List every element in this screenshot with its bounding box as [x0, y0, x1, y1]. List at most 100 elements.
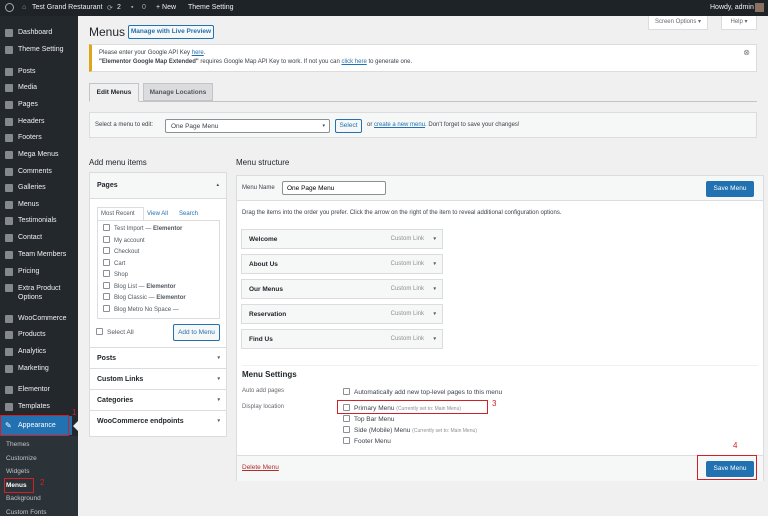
- sidebar-item-star[interactable]: Testimonials: [0, 214, 78, 228]
- sidebar-item-comments[interactable]: Comments: [0, 165, 78, 179]
- generate-key-link[interactable]: click here: [341, 59, 366, 65]
- help-button[interactable]: Help ▾: [721, 16, 757, 30]
- sidebar-item-footers[interactable]: Footers: [0, 131, 78, 145]
- sidebar-item-analytics[interactable]: Analytics: [0, 345, 78, 359]
- page-list-item[interactable]: Blog List — Elementor: [103, 281, 214, 294]
- pages-checklist[interactable]: Test Import — Elementor My account Checkou…: [97, 220, 220, 319]
- menu-item[interactable]: Reservation Custom Link ▾: [241, 304, 443, 324]
- new-link[interactable]: + New: [156, 4, 176, 11]
- pages-accordion-header[interactable]: Pages ▴: [90, 173, 226, 199]
- sidebar-item-pricing[interactable]: Pricing: [0, 265, 78, 279]
- posts-accordion[interactable]: Posts ▾: [90, 347, 227, 368]
- chevron-down-icon[interactable]: ▾: [433, 236, 436, 242]
- sidebar-item-elementor[interactable]: Elementor: [0, 383, 78, 397]
- location-checkbox[interactable]: [343, 437, 350, 444]
- auto-add-checkbox[interactable]: [343, 388, 350, 395]
- tab-most-recent[interactable]: Most Recent: [97, 207, 144, 221]
- submenu-background[interactable]: Background: [6, 495, 41, 502]
- sidebar-item-woocommerce[interactable]: WooCommerce: [0, 312, 78, 326]
- page-checkbox[interactable]: [103, 235, 110, 243]
- menus-icon: [5, 201, 13, 209]
- theme-setting-link[interactable]: Theme Setting: [188, 4, 234, 11]
- submenu-widgets[interactable]: Widgets: [6, 468, 29, 475]
- avatar[interactable]: [755, 3, 764, 12]
- page-list-item[interactable]: Test Import — Elementor: [103, 224, 214, 236]
- page-list-item[interactable]: My account: [103, 235, 214, 248]
- page-checkbox[interactable]: [103, 281, 110, 289]
- chevron-up-icon: ▴: [216, 182, 219, 188]
- woocommerce-endpoints-accordion[interactable]: WooCommerce endpoints ▾: [90, 410, 227, 437]
- comments-count[interactable]: 0: [142, 4, 146, 11]
- create-new-menu-link[interactable]: create a new menu: [374, 122, 425, 128]
- sidebar-item-team[interactable]: Team Members: [0, 248, 78, 262]
- headers-icon: [5, 118, 13, 126]
- envelope-icon: [5, 234, 13, 242]
- menu-item[interactable]: Our Menus Custom Link ▾: [241, 279, 443, 299]
- tab-search[interactable]: Search: [179, 211, 198, 217]
- custom-links-accordion[interactable]: Custom Links ▾: [90, 368, 227, 389]
- menu-item-type: Custom Link: [390, 261, 424, 267]
- submenu-themes[interactable]: Themes: [6, 441, 29, 448]
- add-to-menu-button[interactable]: Add to Menu: [173, 324, 220, 341]
- sidebar-item-envelope[interactable]: Contact: [0, 231, 78, 245]
- categories-accordion[interactable]: Categories ▾: [90, 389, 227, 410]
- page-checkbox[interactable]: [103, 270, 110, 277]
- wordpress-logo-icon[interactable]: [5, 3, 14, 12]
- submenu-customize[interactable]: Customize: [6, 455, 37, 462]
- sidebar-item-pages[interactable]: Pages: [0, 98, 78, 112]
- menu-select[interactable]: One Page Menu ▾: [165, 119, 330, 133]
- pages-icon: [5, 101, 13, 109]
- tab-edit-menus[interactable]: Edit Menus: [89, 83, 139, 102]
- delete-menu-link[interactable]: Delete Menu: [242, 464, 279, 471]
- location-checkbox[interactable]: [343, 426, 350, 433]
- screen-options-button[interactable]: Screen Options ▾: [648, 16, 708, 30]
- sidebar-item-dashboard[interactable]: Dashboard: [0, 26, 78, 40]
- page-list-item[interactable]: Blog Classic — Elementor: [103, 293, 214, 305]
- sidebar-item-menus[interactable]: Menus: [0, 198, 78, 212]
- page-checkbox[interactable]: [103, 224, 110, 231]
- sidebar-item-folder[interactable]: Templates: [0, 400, 78, 414]
- location-option: Top Bar Menu: [343, 415, 394, 423]
- page-checkbox[interactable]: [103, 247, 110, 254]
- sidebar-item-megaphone[interactable]: Marketing: [0, 362, 78, 376]
- location-option: Side (Mobile) Menu (Currently set to: Ma…: [343, 426, 477, 434]
- select-button[interactable]: Select: [335, 119, 362, 133]
- submenu-custom-fonts[interactable]: Custom Fonts: [6, 509, 46, 516]
- sidebar-item-gear[interactable]: Theme Setting: [0, 43, 78, 57]
- sidebar-item-products[interactable]: Products: [0, 328, 78, 342]
- page-list-item[interactable]: Cart: [103, 258, 214, 271]
- page-list-item[interactable]: Checkout: [103, 247, 214, 259]
- page-list-item[interactable]: Blog Metro No Space —: [103, 304, 214, 317]
- page-checkbox[interactable]: [103, 258, 110, 266]
- chevron-down-icon[interactable]: ▾: [433, 286, 436, 292]
- menu-item[interactable]: Find Us Custom Link ▾: [241, 329, 443, 349]
- page-list-item[interactable]: Shop: [103, 270, 214, 282]
- menu-name-input[interactable]: [282, 181, 386, 195]
- tab-view-all[interactable]: View All: [147, 211, 168, 217]
- page-checkbox[interactable]: [103, 304, 110, 312]
- live-preview-button[interactable]: Manage with Live Preview: [128, 25, 214, 39]
- updates-count[interactable]: 2: [117, 4, 121, 11]
- select-all-checkbox[interactable]: [96, 328, 103, 335]
- menu-item[interactable]: Welcome Custom Link ▾: [241, 229, 443, 249]
- chevron-down-icon[interactable]: ▾: [433, 336, 436, 342]
- howdy-link[interactable]: Howdy, admin: [710, 4, 754, 11]
- sidebar-item-grid[interactable]: Extra Product Options: [0, 281, 78, 301]
- dismiss-icon[interactable]: ⊗: [743, 48, 750, 57]
- chevron-down-icon[interactable]: ▾: [433, 261, 436, 267]
- sidebar-item-galleries[interactable]: Galleries: [0, 181, 78, 195]
- location-checkbox[interactable]: [343, 415, 350, 422]
- sidebar-item-media[interactable]: Media: [0, 81, 78, 95]
- analytics-icon: [5, 348, 13, 356]
- sidebar-item-headers[interactable]: Headers: [0, 115, 78, 129]
- site-name-link[interactable]: Test Grand Restaurant: [32, 4, 102, 11]
- chevron-down-icon[interactable]: ▾: [433, 311, 436, 317]
- page-checkbox[interactable]: [103, 293, 110, 300]
- api-key-link[interactable]: here: [192, 50, 204, 56]
- sidebar-item-mega-menus[interactable]: Mega Menus: [0, 148, 78, 162]
- sidebar-item-label: Headers: [18, 118, 45, 125]
- sidebar-item-pin[interactable]: Posts: [0, 65, 78, 79]
- save-menu-button-top[interactable]: Save Menu: [706, 181, 754, 197]
- menu-item[interactable]: About Us Custom Link ▾: [241, 254, 443, 274]
- tab-manage-locations[interactable]: Manage Locations: [143, 83, 213, 101]
